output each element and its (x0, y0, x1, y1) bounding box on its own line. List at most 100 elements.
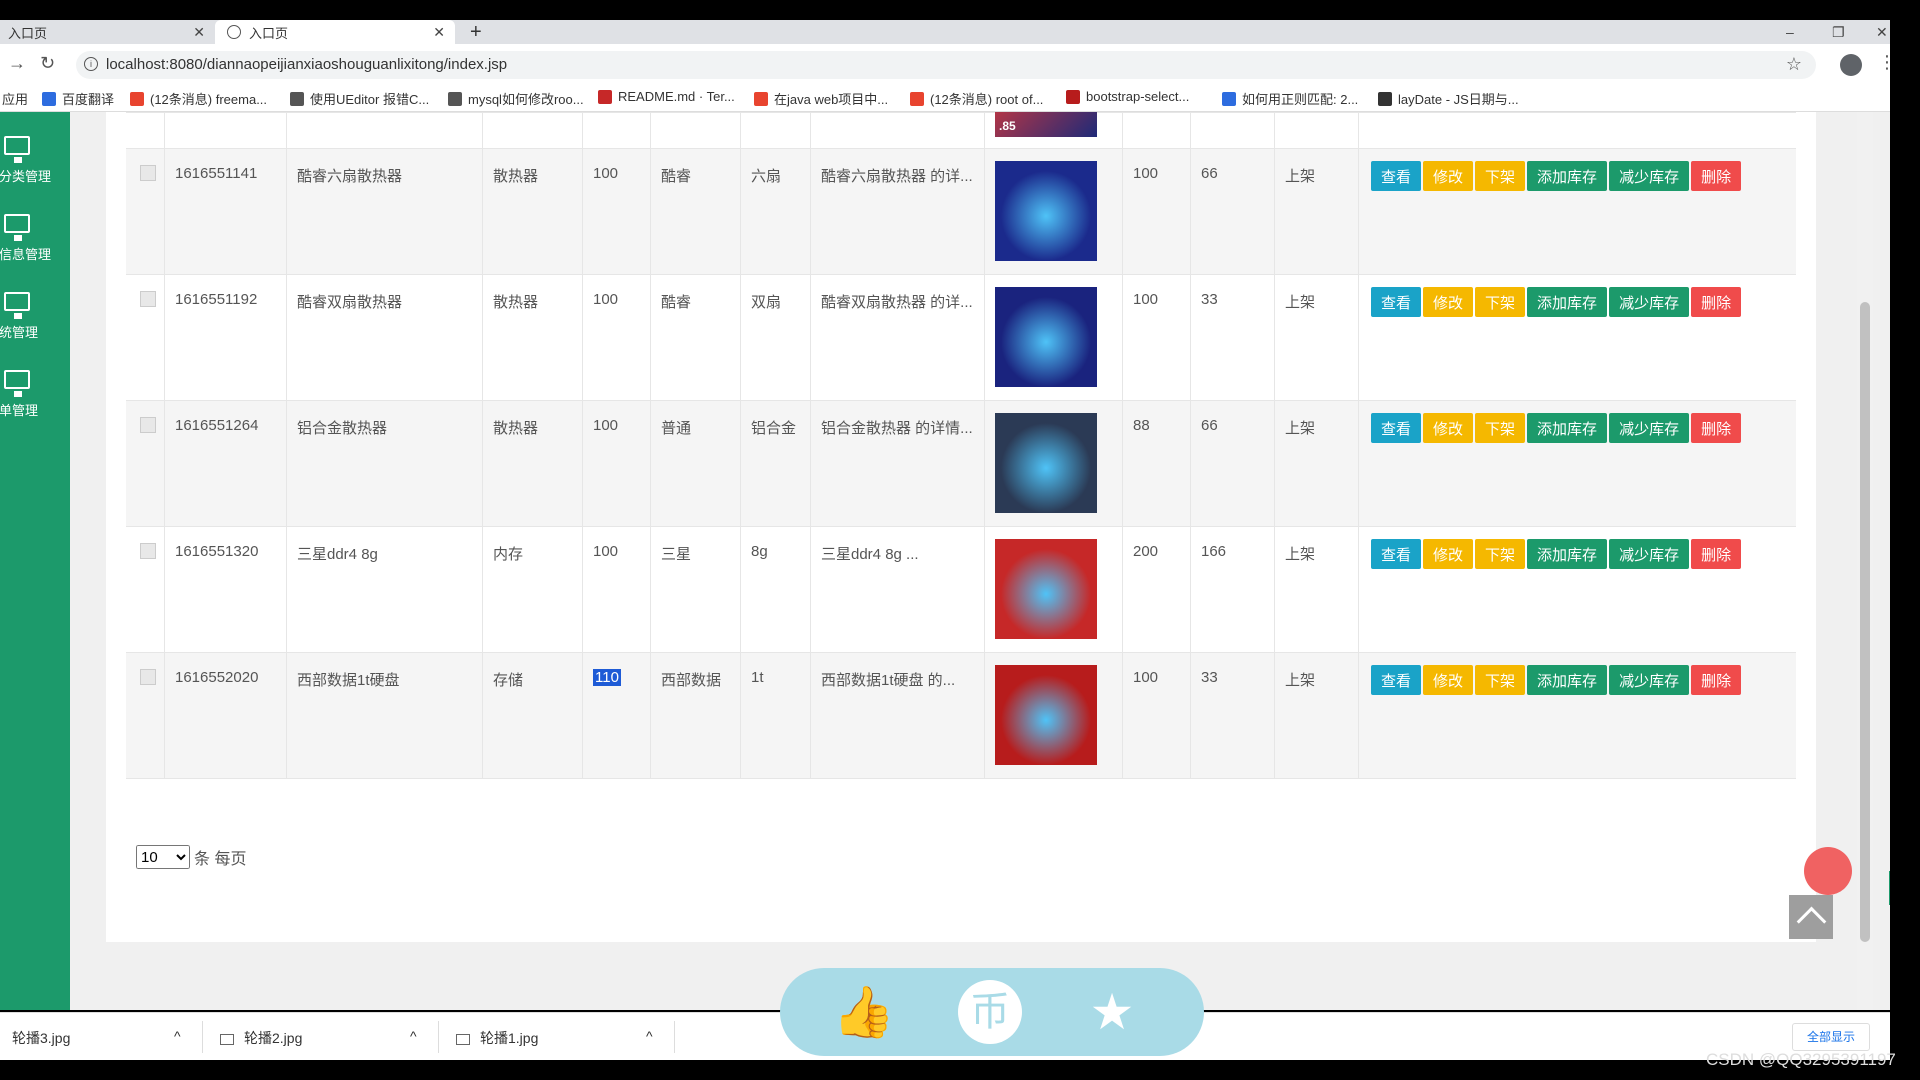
view-button[interactable]: 查看 (1371, 413, 1422, 443)
view-button[interactable]: 查看 (1371, 539, 1422, 569)
sidebar-item-system[interactable]: 系统管理 (0, 292, 70, 362)
add-stock-button[interactable]: 添加库存 (1527, 539, 1608, 569)
close-window-icon[interactable]: ✕ (1876, 20, 1888, 44)
minimize-icon[interactable]: – (1786, 20, 1794, 44)
delete-button[interactable]: 删除 (1691, 413, 1742, 443)
maximize-icon[interactable]: ❐ (1832, 20, 1845, 44)
chevron-up-icon[interactable]: ^ (174, 1028, 181, 1044)
url-text[interactable]: localhost:8080/diannaopeijianxiaoshougua… (106, 56, 507, 73)
sidebar-item-product-info[interactable]: 品信息管理 (0, 214, 70, 284)
chevron-up-icon[interactable]: ^ (646, 1028, 653, 1044)
delete-button[interactable]: 删除 (1691, 287, 1742, 317)
bookmark-item[interactable]: 在java web项目中... (754, 89, 888, 108)
row-checkbox[interactable] (140, 417, 156, 433)
row-checkbox[interactable] (140, 669, 156, 685)
row-checkbox[interactable] (140, 291, 156, 307)
view-button[interactable]: 查看 (1371, 287, 1422, 317)
cell-status: 上架 (1285, 672, 1316, 689)
table-cell: 酷睿双扇散热器 (286, 275, 482, 400)
table-cell: 内存 (482, 527, 582, 652)
sidebar-item-orders[interactable]: 订单管理 (0, 370, 70, 440)
bookmark-item[interactable]: 应用 (2, 89, 28, 108)
cell-n2: 166 (1201, 543, 1227, 560)
edit-button[interactable]: 修改 (1423, 161, 1474, 191)
offshelf-button[interactable]: 下架 (1475, 413, 1526, 443)
reduce-stock-button[interactable]: 减少库存 (1609, 161, 1690, 191)
vertical-scrollbar[interactable] (1857, 112, 1873, 1010)
add-stock-button[interactable]: 添加库存 (1527, 287, 1608, 317)
bookmark-item[interactable]: 百度翻译 (42, 89, 114, 108)
offshelf-button[interactable]: 下架 (1475, 665, 1526, 695)
offshelf-button[interactable]: 下架 (1475, 161, 1526, 191)
cell-price: 100 (593, 165, 619, 182)
address-bar[interactable]: i localhost:8080/diannaopeijianxiaoshoug… (76, 51, 1816, 79)
show-all-downloads-button[interactable]: 全部显示 (1792, 1023, 1870, 1051)
add-stock-button[interactable]: 添加库存 (1527, 413, 1608, 443)
new-tab-button[interactable]: + (470, 20, 482, 44)
scrollbar-thumb[interactable] (1860, 302, 1870, 942)
profile-avatar[interactable] (1840, 54, 1862, 76)
close-icon[interactable]: ✕ (193, 24, 205, 41)
cell-status: 上架 (1285, 420, 1316, 437)
page-number-button[interactable]: 1 (1889, 871, 1890, 905)
edit-button[interactable]: 修改 (1423, 287, 1474, 317)
download-item[interactable]: 轮播1.jpg (456, 1028, 538, 1048)
download-item[interactable]: 轮播2.jpg (220, 1028, 302, 1048)
download-item[interactable]: 轮播3.jpg (12, 1028, 70, 1048)
bookmark-label: 使用UEditor 报错C... (310, 92, 430, 107)
bookmark-item[interactable]: bootstrap-select... (1066, 89, 1189, 104)
tab-strip: 入口页 ✕ 入口页 ✕ + (0, 20, 1890, 44)
product-image: .85 (995, 112, 1097, 137)
delete-button[interactable]: 删除 (1691, 665, 1742, 695)
bookmark-item[interactable]: (12条消息) root of... (910, 89, 1043, 108)
back-to-top-button[interactable] (1789, 895, 1833, 939)
sidebar-item-category[interactable]: 品分类管理 (0, 136, 70, 206)
page-size-select[interactable]: 10 (136, 845, 190, 869)
add-stock-button[interactable]: 添加库存 (1527, 665, 1608, 695)
browser-tab-2-active[interactable]: 入口页 ✕ (215, 20, 455, 44)
row-checkbox[interactable] (140, 165, 156, 181)
bookmark-label: 应用 (2, 92, 29, 107)
reduce-stock-button[interactable]: 减少库存 (1609, 665, 1690, 695)
table-cell: 酷睿六扇散热器 (286, 149, 482, 274)
like-icon[interactable]: 👍 (832, 982, 896, 1042)
chevron-up-icon[interactable]: ^ (410, 1028, 417, 1044)
edit-button[interactable]: 修改 (1423, 665, 1474, 695)
reload-icon[interactable]: ↻ (40, 53, 55, 74)
delete-button[interactable]: 删除 (1691, 161, 1742, 191)
view-button[interactable]: 查看 (1371, 161, 1422, 191)
bookmark-item[interactable]: 使用UEditor 报错C... (290, 89, 429, 108)
reduce-stock-button[interactable]: 减少库存 (1609, 539, 1690, 569)
bookmark-item[interactable]: README.md · Ter... (598, 89, 735, 104)
forward-arrow-icon[interactable]: → (8, 53, 26, 74)
view-button[interactable]: 查看 (1371, 665, 1422, 695)
bookmark-item[interactable]: layDate - JS日期与... (1378, 89, 1519, 108)
cell-id: 1616551141 (175, 165, 258, 182)
bookmark-item[interactable]: mysql如何修改roo... (448, 89, 584, 108)
cell-n1: 200 (1133, 543, 1159, 560)
coin-icon[interactable]: 币 (958, 980, 1022, 1044)
star-icon[interactable]: ☆ (1786, 54, 1802, 75)
favorite-star-icon[interactable]: ★ (1080, 982, 1144, 1042)
bookmark-label: 百度翻译 (62, 92, 115, 107)
row-checkbox[interactable] (140, 543, 156, 559)
offshelf-button[interactable]: 下架 (1475, 539, 1526, 569)
product-image (995, 161, 1097, 261)
reduce-stock-button[interactable]: 减少库存 (1609, 413, 1690, 443)
add-stock-button[interactable]: 添加库存 (1527, 161, 1608, 191)
table-cell: 66 (1190, 149, 1274, 274)
bookmark-item[interactable]: 如何用正则匹配: 2... (1222, 89, 1358, 108)
edit-button[interactable]: 修改 (1423, 413, 1474, 443)
browser-tab-1[interactable]: 入口页 ✕ (0, 20, 215, 44)
table-cell: 1616552020 (164, 653, 286, 778)
menu-icon[interactable]: ⋮ (1878, 52, 1896, 73)
bookmark-favicon-icon (1222, 91, 1236, 106)
info-icon[interactable]: i (84, 57, 98, 71)
bookmark-label: layDate - JS日期与... (1398, 92, 1519, 107)
bookmark-item[interactable]: (12条消息) freema... (130, 89, 267, 108)
close-icon[interactable]: ✕ (433, 24, 445, 41)
offshelf-button[interactable]: 下架 (1475, 287, 1526, 317)
reduce-stock-button[interactable]: 减少库存 (1609, 287, 1690, 317)
delete-button[interactable]: 删除 (1691, 539, 1742, 569)
edit-button[interactable]: 修改 (1423, 539, 1474, 569)
